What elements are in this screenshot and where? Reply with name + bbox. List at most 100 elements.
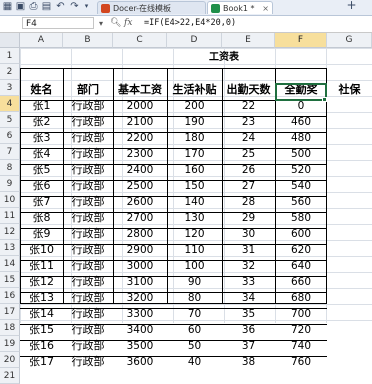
data-cell[interactable]: 30 (222, 226, 275, 242)
sheet-title[interactable]: 工资表 (173, 50, 275, 66)
data-cell[interactable]: 700 (275, 306, 327, 322)
data-cell[interactable]: 31 (222, 242, 275, 258)
row-header-17[interactable]: 17 (0, 304, 20, 320)
data-cell[interactable]: 40 (167, 354, 222, 370)
quick-access-dropdown-icon[interactable]: ▾ (81, 1, 92, 12)
data-cell[interactable]: 70 (167, 306, 222, 322)
data-cell[interactable]: 500 (275, 146, 327, 162)
row-header-7[interactable]: 7 (0, 144, 20, 160)
row-header-6[interactable]: 6 (0, 128, 20, 144)
data-cell[interactable]: 3100 (113, 274, 167, 290)
data-cell[interactable]: 35 (222, 306, 275, 322)
undo-icon[interactable]: ↶ (55, 1, 66, 12)
data-cell[interactable]: 3300 (113, 306, 167, 322)
data-cell[interactable] (327, 290, 372, 306)
save-icon[interactable]: ▣ (15, 1, 26, 12)
column-header-g[interactable]: G (327, 33, 372, 48)
data-cell[interactable]: 100 (167, 258, 222, 274)
data-cell[interactable] (327, 354, 372, 370)
header-cell[interactable]: 生活补贴 (167, 82, 222, 98)
data-cell[interactable]: 460 (275, 114, 327, 130)
data-cell[interactable] (327, 258, 372, 274)
data-cell[interactable]: 38 (222, 354, 275, 370)
data-cell[interactable] (327, 114, 372, 130)
data-cell[interactable] (327, 226, 372, 242)
data-cell[interactable]: 600 (275, 226, 327, 242)
row-header-2[interactable]: 2 (0, 64, 20, 80)
row-header-8[interactable]: 8 (0, 160, 20, 176)
column-header-f[interactable]: F (275, 33, 327, 48)
data-cell[interactable]: 2800 (113, 226, 167, 242)
data-cell[interactable]: 行政部 (63, 194, 113, 210)
data-cell[interactable] (327, 338, 372, 354)
data-cell[interactable]: 140 (167, 194, 222, 210)
data-cell[interactable]: 760 (275, 354, 327, 370)
data-cell[interactable]: 23 (222, 114, 275, 130)
app-menu-icon[interactable]: ▦ (2, 1, 13, 12)
data-cell[interactable]: 130 (167, 210, 222, 226)
header-cell[interactable]: 出勤天数 (222, 82, 275, 98)
data-cell[interactable]: 张1 (20, 98, 63, 114)
data-cell[interactable]: 190 (167, 114, 222, 130)
tab-book1[interactable]: Book1 * × (207, 1, 273, 14)
data-cell[interactable]: 张16 (20, 338, 63, 354)
row-header-16[interactable]: 16 (0, 288, 20, 304)
header-cell[interactable]: 部门 (63, 82, 113, 98)
data-cell[interactable]: 2000 (113, 98, 167, 114)
close-tab-icon[interactable]: × (262, 2, 269, 15)
data-cell[interactable]: 36 (222, 322, 275, 338)
data-cell[interactable]: 张4 (20, 146, 63, 162)
data-cell[interactable]: 110 (167, 242, 222, 258)
data-cell[interactable]: 25 (222, 146, 275, 162)
data-cell[interactable]: 行政部 (63, 226, 113, 242)
data-cell[interactable] (327, 146, 372, 162)
data-cell[interactable]: 行政部 (63, 354, 113, 370)
data-cell[interactable]: 26 (222, 162, 275, 178)
column-header-e[interactable]: E (222, 33, 275, 48)
data-cell[interactable]: 张3 (20, 130, 63, 146)
fx-icon[interactable]: fx (124, 17, 132, 30)
data-cell[interactable]: 2100 (113, 114, 167, 130)
row-header-11[interactable]: 11 (0, 208, 20, 224)
data-cell[interactable]: 120 (167, 226, 222, 242)
data-cell[interactable]: 50 (167, 338, 222, 354)
data-cell[interactable]: 3600 (113, 354, 167, 370)
data-cell[interactable]: 行政部 (63, 162, 113, 178)
data-cell[interactable]: 行政部 (63, 338, 113, 354)
data-cell[interactable]: 660 (275, 274, 327, 290)
row-header-5[interactable]: 5 (0, 112, 20, 128)
data-cell[interactable]: 720 (275, 322, 327, 338)
data-cell[interactable]: 张17 (20, 354, 63, 370)
data-cell[interactable]: 2500 (113, 178, 167, 194)
data-cell[interactable] (327, 306, 372, 322)
column-header-c[interactable]: C (113, 33, 167, 48)
row-header-21[interactable]: 21 (0, 368, 20, 384)
data-cell[interactable]: 680 (275, 290, 327, 306)
data-cell[interactable]: 张8 (20, 210, 63, 226)
data-cell[interactable]: 行政部 (63, 274, 113, 290)
data-cell[interactable]: 520 (275, 162, 327, 178)
data-cell[interactable]: 3500 (113, 338, 167, 354)
data-cell[interactable]: 张13 (20, 290, 63, 306)
data-cell[interactable]: 560 (275, 194, 327, 210)
fill-handle[interactable] (322, 97, 327, 102)
data-cell[interactable] (327, 242, 372, 258)
data-cell[interactable]: 170 (167, 146, 222, 162)
data-cell[interactable]: 行政部 (63, 210, 113, 226)
data-cell[interactable]: 34 (222, 290, 275, 306)
data-cell[interactable]: 160 (167, 162, 222, 178)
data-cell[interactable] (327, 322, 372, 338)
data-cell[interactable]: 行政部 (63, 98, 113, 114)
row-header-10[interactable]: 10 (0, 192, 20, 208)
data-cell[interactable]: 张10 (20, 242, 63, 258)
data-cell[interactable]: 2700 (113, 210, 167, 226)
data-cell[interactable]: 张12 (20, 274, 63, 290)
row-header-3[interactable]: 3 (0, 80, 20, 96)
zoom-icon[interactable]: 🔍︎ (110, 17, 121, 30)
data-cell[interactable]: 27 (222, 178, 275, 194)
data-cell[interactable]: 200 (167, 98, 222, 114)
data-cell[interactable]: 行政部 (63, 322, 113, 338)
data-cell[interactable]: 张15 (20, 322, 63, 338)
data-cell[interactable]: 90 (167, 274, 222, 290)
header-cell[interactable]: 社保 (327, 82, 372, 98)
